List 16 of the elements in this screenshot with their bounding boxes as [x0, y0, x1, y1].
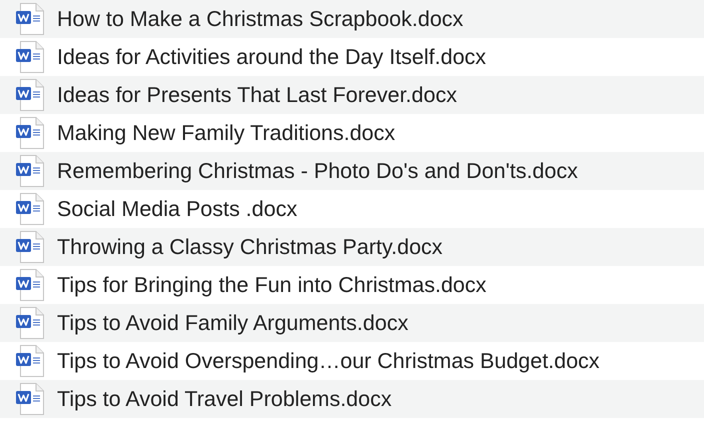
word-document-icon — [16, 193, 46, 225]
file-name[interactable]: Ideas for Activities around the Day Itself.docx — [57, 44, 486, 70]
file-name[interactable]: Social Media Posts .docx — [57, 196, 298, 222]
file-name[interactable]: Making New Family Traditions.docx — [57, 120, 396, 146]
word-document-icon — [16, 307, 46, 339]
word-document-icon — [16, 117, 46, 149]
file-name[interactable]: Tips to Avoid Overspending…our Christmas Budget.docx — [57, 348, 600, 374]
word-document-icon — [16, 269, 46, 301]
word-document-icon — [16, 79, 46, 111]
word-document-icon — [16, 345, 46, 377]
word-document-icon — [16, 155, 46, 187]
file-name[interactable]: Tips for Bringing the Fun into Christmas.docx — [57, 272, 486, 298]
word-document-icon — [16, 231, 46, 263]
word-document-icon — [16, 41, 46, 73]
word-document-icon — [16, 3, 46, 35]
word-document-icon — [16, 383, 46, 415]
